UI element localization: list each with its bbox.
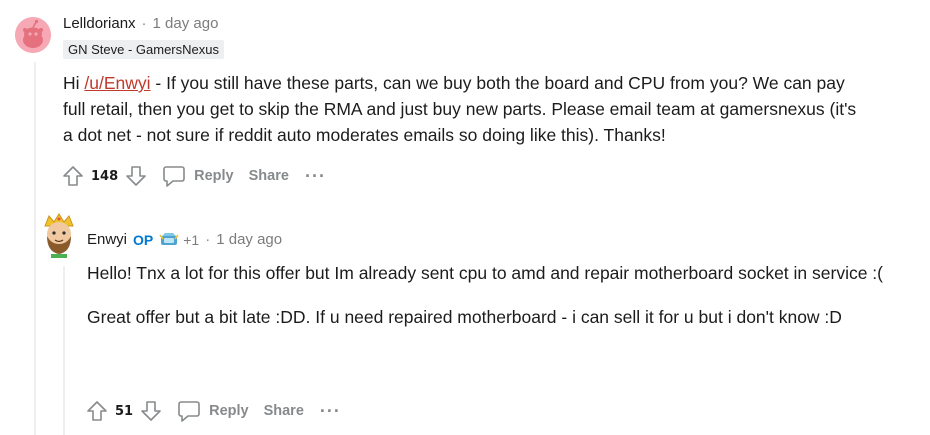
thread-line-comment2[interactable]	[63, 266, 65, 435]
op-badge: OP	[133, 231, 154, 248]
award-icon[interactable]	[159, 232, 179, 248]
reply-label: Reply	[194, 168, 234, 184]
user-flair: GN Steve - GamersNexus	[63, 40, 224, 59]
comment-body: Hello! Tnx a lot for this offer but Im a…	[87, 260, 887, 330]
comment-actions: 51 Reply Share ···	[85, 399, 341, 423]
upvote-icon[interactable]	[61, 164, 85, 188]
user-mention-link[interactable]: /u/Enwyi	[84, 73, 150, 93]
reply-label: Reply	[209, 403, 249, 419]
username[interactable]: Enwyi	[87, 231, 127, 248]
downvote-icon[interactable]	[124, 164, 148, 188]
separator-dot: ·	[141, 15, 147, 32]
share-button[interactable]: Share	[264, 403, 304, 419]
comment-paragraph: Great offer but a bit late :DD. If u nee…	[87, 307, 842, 327]
award-count: +1	[183, 231, 200, 248]
text-prefix: Hi	[63, 73, 85, 93]
timestamp[interactable]: 1 day ago	[216, 231, 282, 248]
reply-button[interactable]: Reply	[162, 164, 234, 188]
comment-paragraph: Hello! Tnx a lot for this offer but Im a…	[87, 263, 883, 283]
more-options-button[interactable]: ···	[320, 402, 341, 420]
text-suffix: - If you still have these parts, can we …	[63, 73, 857, 145]
comment-meta: Enwyi OP +1 · 1 day ago	[87, 231, 282, 248]
comment-actions: 148 Reply Share ···	[61, 164, 326, 188]
reply-button[interactable]: Reply	[177, 399, 249, 423]
comment-paragraph: Hi /u/Enwyi - If you still have these pa…	[63, 70, 863, 148]
share-button[interactable]: Share	[249, 168, 289, 184]
downvote-icon[interactable]	[139, 399, 163, 423]
thread-line-comment1[interactable]	[34, 62, 36, 435]
separator-dot: ·	[205, 231, 211, 248]
timestamp[interactable]: 1 day ago	[153, 15, 219, 32]
username[interactable]: Lelldorianx	[63, 15, 136, 32]
vote-score: 148	[91, 168, 119, 184]
user-avatar[interactable]	[37, 210, 81, 258]
vote-score: 51	[115, 403, 134, 419]
comment-meta: Lelldorianx · 1 day ago	[63, 15, 218, 32]
more-options-button[interactable]: ···	[305, 167, 326, 185]
comment-body: Hi /u/Enwyi - If you still have these pa…	[63, 70, 863, 148]
comment-icon	[178, 401, 200, 422]
comment-icon	[163, 166, 185, 187]
upvote-icon[interactable]	[85, 399, 109, 423]
snoo-avatar[interactable]	[15, 17, 51, 53]
